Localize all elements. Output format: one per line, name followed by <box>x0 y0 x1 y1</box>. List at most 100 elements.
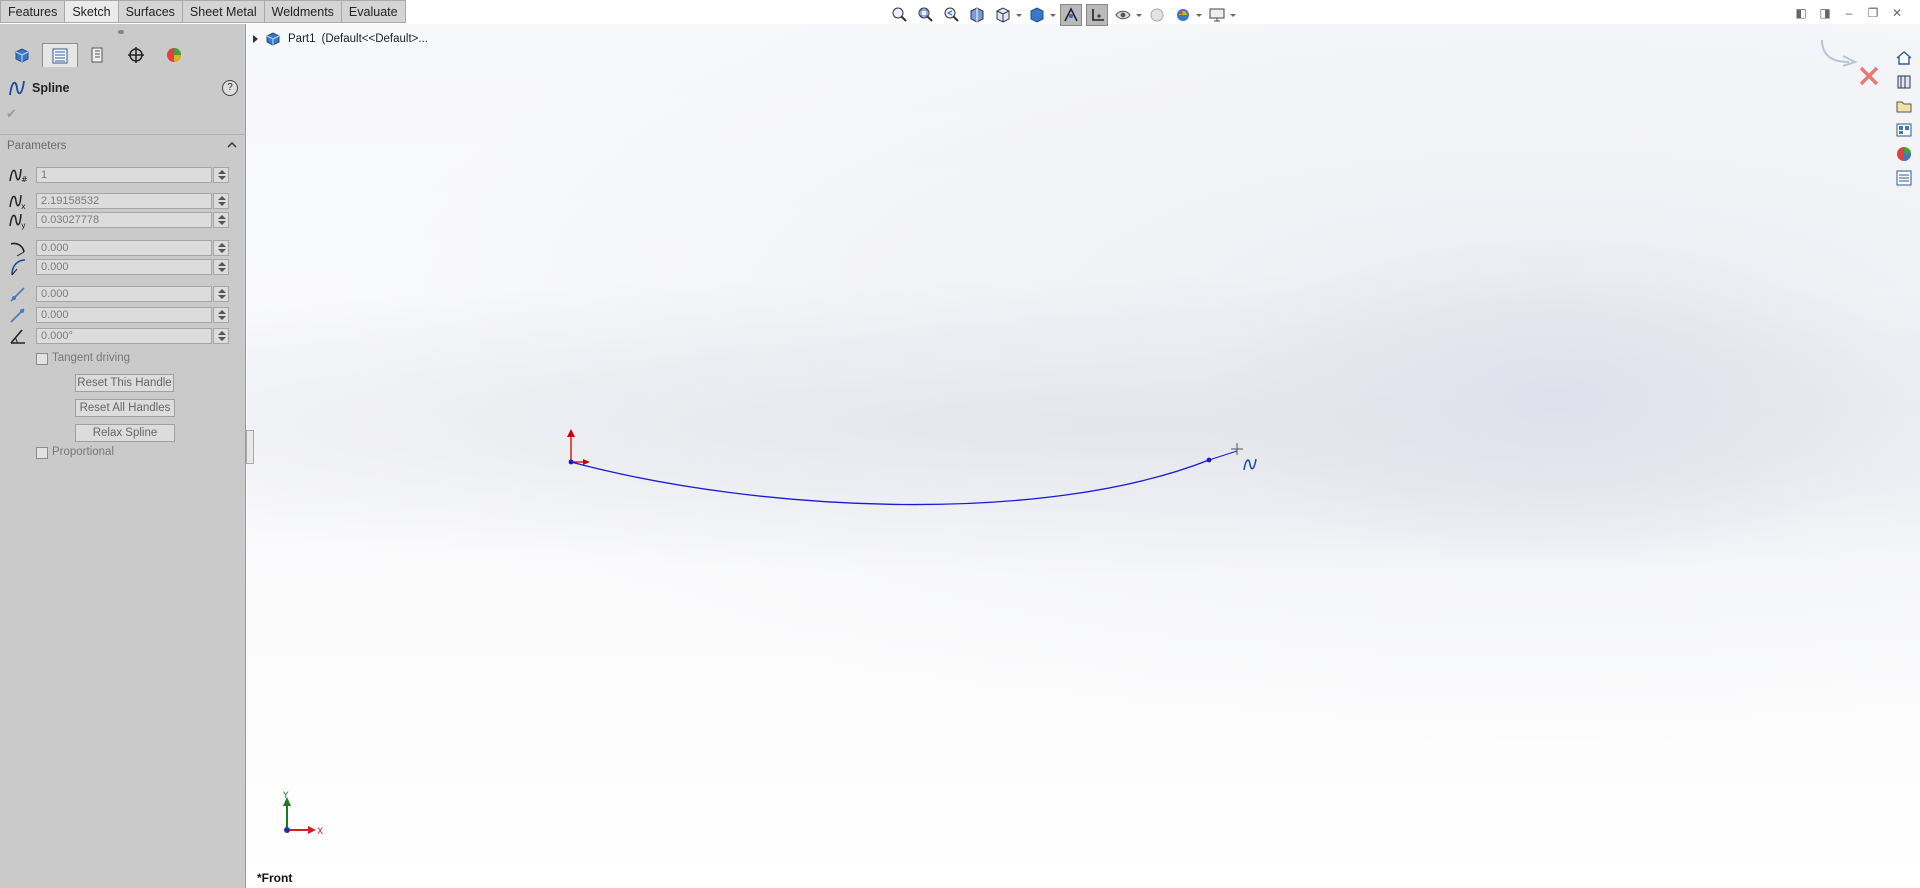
x-coordinate-spinner[interactable] <box>213 193 229 209</box>
triad-y-label: Y <box>282 791 289 801</box>
curvature-spinner[interactable] <box>213 259 229 275</box>
tangent-weight-left-spinner[interactable] <box>213 286 229 302</box>
tab-features[interactable]: Features <box>0 0 66 23</box>
tile-left-icon[interactable]: ◧ <box>1794 6 1808 20</box>
tangent-direction-spinner[interactable] <box>213 328 229 344</box>
tangent-direction-field[interactable]: 0.000° <box>36 328 212 344</box>
curvature-radius-spinner[interactable] <box>213 240 229 256</box>
y-coordinate-spinner[interactable] <box>213 212 229 228</box>
chevron-up-icon[interactable] <box>226 139 238 151</box>
close-icon[interactable]: ✕ <box>1890 6 1904 20</box>
reset-all-handles-button[interactable]: Reset All Handles <box>75 399 175 417</box>
part-name[interactable]: Part1 <box>288 33 316 45</box>
x-coordinate-field[interactable]: 2.19158532 <box>36 193 212 209</box>
curvature-field[interactable]: 0.000 <box>36 259 212 275</box>
spline-curve[interactable] <box>570 459 1210 506</box>
hide-show-items-button[interactable] <box>1112 4 1134 26</box>
display-style-icon <box>1030 7 1044 23</box>
curvature-radius-icon <box>10 242 25 257</box>
tile-right-icon[interactable]: ◨ <box>1818 6 1832 20</box>
apply-scene-dropdown-icon[interactable] <box>1196 13 1202 17</box>
task-pane-tabs <box>1894 48 1916 188</box>
spline-tangent-handle[interactable] <box>1208 450 1238 461</box>
view-settings-dropdown-icon[interactable] <box>1230 13 1236 17</box>
property-manager-panel: Spline ? ✔ Parameters # 1 x 2.19158532 y… <box>0 24 246 888</box>
tab-sketch[interactable]: Sketch <box>65 0 119 23</box>
view-orientation-button[interactable] <box>992 4 1014 26</box>
view-name-label: *Front <box>257 871 293 885</box>
tab-evaluate[interactable]: Evaluate <box>341 0 406 23</box>
param-row-tangent-direction: 0.000° <box>0 326 246 346</box>
tab-feature-manager[interactable] <box>4 43 40 67</box>
proportional-checkbox[interactable] <box>36 447 48 459</box>
previous-view-button[interactable] <box>940 4 962 26</box>
param-row-tangent-weight-right: 0.000 <box>0 305 246 325</box>
point-number-field[interactable]: 1 <box>36 167 212 183</box>
graphics-area[interactable]: Y X <box>247 24 1920 888</box>
task-pane-view-palette[interactable] <box>1894 120 1914 140</box>
param-row-x-coordinate: x 2.19158532 <box>0 191 246 211</box>
flyout-feature-tree[interactable]: Part1 (Default<<Default>... <box>253 30 428 48</box>
tab-display-manager[interactable] <box>156 43 192 67</box>
point-number-spinner[interactable] <box>213 167 229 183</box>
zoom-to-area-icon <box>918 7 933 22</box>
view-orientation-dropdown-icon[interactable] <box>1016 13 1022 17</box>
tangent-weight-left-field[interactable]: 0.000 <box>36 286 212 302</box>
confirmation-corner[interactable] <box>1821 39 1879 86</box>
section-view-button[interactable] <box>966 4 988 26</box>
restore-icon[interactable]: ❐ <box>1866 6 1880 20</box>
task-pane-appearances[interactable] <box>1894 144 1914 164</box>
tangent-driving-label: Tangent driving <box>52 352 130 364</box>
sketch-canvas[interactable]: Y X <box>247 24 1920 888</box>
ok-checkmark-icon[interactable]: ✔ <box>6 106 17 122</box>
view-sketch-relations-button[interactable] <box>1060 4 1082 26</box>
command-manager-tabs: Features Sketch Surfaces Sheet Metal Wel… <box>0 0 406 24</box>
spline-start-point[interactable] <box>568 459 574 465</box>
display-style-button[interactable] <box>1026 4 1048 26</box>
eye-icon <box>1115 10 1131 20</box>
view-palette-icon <box>1896 123 1912 137</box>
task-pane-design-library[interactable] <box>1894 72 1914 92</box>
hide-show-dropdown-icon[interactable] <box>1136 13 1142 17</box>
pm-title: Spline <box>32 81 70 95</box>
expand-arrow-icon[interactable] <box>253 35 258 43</box>
reset-this-handle-button[interactable]: Reset This Handle <box>75 374 174 392</box>
tab-weldments[interactable]: Weldments <box>264 0 342 23</box>
tangent-driving-checkbox[interactable] <box>36 353 48 365</box>
zoom-to-area-button[interactable] <box>914 4 936 26</box>
view-origins-button[interactable] <box>1086 4 1108 26</box>
relax-spline-button[interactable]: Relax Spline <box>75 424 175 442</box>
spline-x-coordinate-icon: x <box>9 194 26 211</box>
spline-y-coordinate-icon: y <box>9 213 26 230</box>
curvature-radius-field[interactable]: 0.000 <box>36 240 212 256</box>
task-pane-custom-properties[interactable] <box>1894 168 1914 188</box>
heads-up-view-toolbar <box>888 4 1236 26</box>
param-row-y-coordinate: y 0.03027778 <box>0 210 246 230</box>
apply-scene-button[interactable] <box>1172 4 1194 26</box>
custom-properties-icon <box>1896 170 1912 186</box>
minimize-icon[interactable]: – <box>1842 6 1856 20</box>
display-style-dropdown-icon[interactable] <box>1050 13 1056 17</box>
y-coordinate-field[interactable]: 0.03027778 <box>36 212 212 228</box>
panel-splitter-handle[interactable] <box>246 430 254 464</box>
help-icon[interactable]: ? <box>222 80 238 96</box>
tab-sheet-metal[interactable]: Sheet Metal <box>182 0 265 23</box>
tab-property-manager[interactable] <box>42 43 78 67</box>
zoom-to-fit-button[interactable] <box>888 4 910 26</box>
edit-appearance-button[interactable] <box>1146 4 1168 26</box>
spline-point-number-icon: # <box>9 168 28 184</box>
tab-dimxpert-manager[interactable] <box>118 43 154 67</box>
spline-icon <box>9 80 25 96</box>
tab-surfaces[interactable]: Surfaces <box>118 0 183 23</box>
task-pane-file-explorer[interactable] <box>1894 96 1914 116</box>
appearance-icon <box>167 48 181 62</box>
tangent-weight-right-field[interactable]: 0.000 <box>36 307 212 323</box>
view-settings-button[interactable] <box>1206 4 1228 26</box>
task-pane-home[interactable] <box>1894 48 1914 68</box>
origin-icon <box>567 429 590 465</box>
panel-grip[interactable] <box>118 30 124 34</box>
spline-end-point[interactable] <box>1206 457 1212 463</box>
tab-configuration-manager[interactable] <box>80 43 116 67</box>
tangent-weight-right-spinner[interactable] <box>213 307 229 323</box>
parameters-group-header[interactable]: Parameters <box>0 134 246 154</box>
